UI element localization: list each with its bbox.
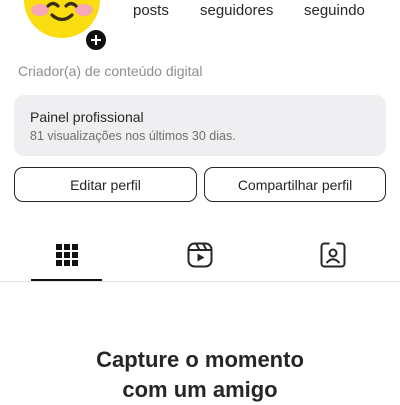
add-story-button[interactable] xyxy=(84,28,108,52)
edit-profile-button[interactable]: Editar perfil xyxy=(14,167,197,202)
dashboard-subtitle: 81 visualizações nos últimos 30 dias. xyxy=(30,129,236,143)
tab-tagged[interactable] xyxy=(311,238,355,272)
grid-icon xyxy=(56,244,78,266)
empty-state-title: Capture o momento com um amigo xyxy=(0,345,400,405)
empty-state-line-2: com um amigo xyxy=(122,377,278,402)
empty-state-line-1: Capture o momento xyxy=(96,347,304,372)
followers-stat-label[interactable]: seguidores xyxy=(200,2,273,19)
reels-icon xyxy=(187,242,213,268)
posts-stat-label[interactable]: posts xyxy=(133,2,169,19)
tab-reels[interactable] xyxy=(178,238,222,272)
tabs-divider xyxy=(0,281,400,282)
share-profile-button[interactable]: Compartilhar perfil xyxy=(204,167,386,202)
professional-dashboard-card[interactable]: Painel profissional 81 visualizações nos… xyxy=(14,95,386,156)
dashboard-title: Painel profissional xyxy=(30,109,144,125)
tab-posts-grid[interactable] xyxy=(45,238,89,272)
tagged-icon xyxy=(320,242,346,268)
profile-category: Criador(a) de conteúdo digital xyxy=(18,63,203,79)
following-stat-label[interactable]: seguindo xyxy=(304,2,365,19)
plus-icon xyxy=(91,35,101,45)
